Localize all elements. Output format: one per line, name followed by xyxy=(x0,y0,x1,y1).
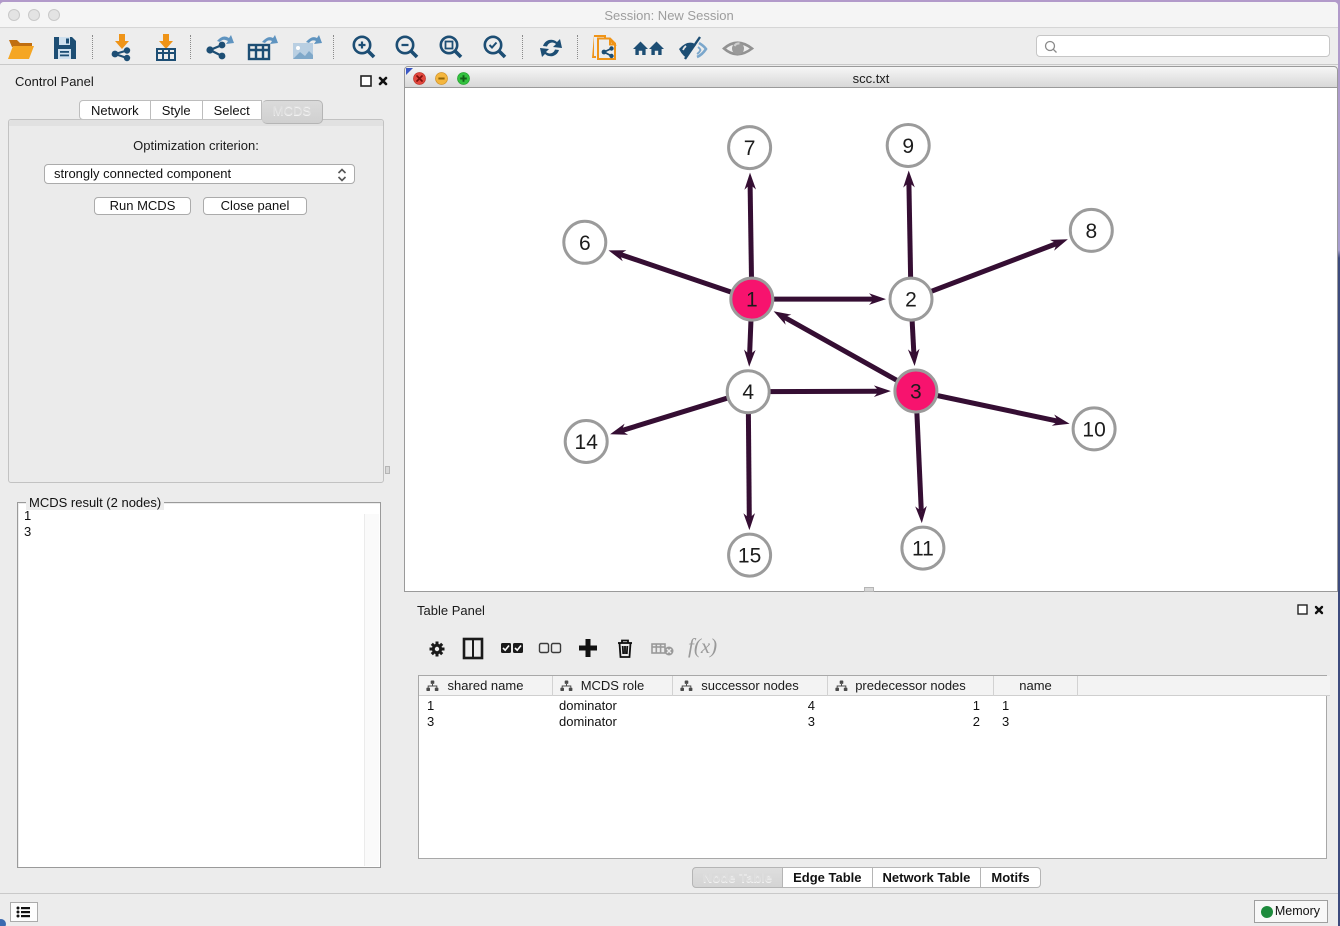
svg-text:7: 7 xyxy=(744,137,756,160)
svg-text:2: 2 xyxy=(905,289,917,312)
svg-text:3: 3 xyxy=(910,381,922,404)
svg-text:1: 1 xyxy=(746,289,758,312)
svg-text:4: 4 xyxy=(742,381,754,404)
svg-text:10: 10 xyxy=(1082,418,1105,441)
svg-text:14: 14 xyxy=(575,431,599,454)
svg-text:6: 6 xyxy=(579,232,591,255)
svg-text:15: 15 xyxy=(738,545,761,568)
svg-text:9: 9 xyxy=(902,135,914,158)
svg-text:8: 8 xyxy=(1085,220,1097,243)
svg-text:11: 11 xyxy=(912,538,934,561)
